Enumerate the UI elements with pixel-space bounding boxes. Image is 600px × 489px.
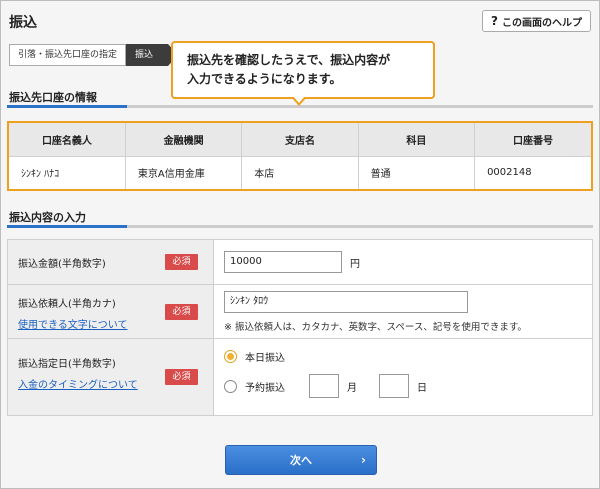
column-header: 口座名義人 xyxy=(9,123,126,157)
transfer-date-row: 振込指定日(半角数字) 入金のタイミングについて 必須 本日振込 予約振込 月 xyxy=(8,339,592,415)
account-type-cell: 普通 xyxy=(358,156,476,189)
required-badge: 必須 xyxy=(165,369,198,385)
account-holder-cell: ｼﾝｷﾝ ﾊﾅｺ xyxy=(9,156,126,189)
account-section-title: 振込先口座の情報 xyxy=(9,91,97,104)
today-transfer-label: 本日振込 xyxy=(245,352,285,364)
section-divider xyxy=(7,225,593,228)
requester-row: 振込依頼人(半角カナ) 使用できる文字について 必須 ｼﾝｷﾝ ﾀﾛｳ ※ 振込… xyxy=(8,285,592,339)
requester-label-cell: 振込依頼人(半角カナ) 使用できる文字について 必須 xyxy=(8,285,214,338)
radio-today[interactable] xyxy=(224,349,237,363)
callout-line-2: 入力できるようになります。 xyxy=(187,72,342,86)
column-header: 金融機関 xyxy=(125,123,243,157)
help-button-label: この画面のヘルプ xyxy=(502,17,582,29)
next-button-label: 次へ xyxy=(290,454,312,467)
input-section-title: 振込内容の入力 xyxy=(9,211,86,224)
step-item-active: 振込 xyxy=(126,44,169,66)
amount-row: 振込金額(半角数字) 必須 10000 円 xyxy=(8,240,592,285)
amount-input[interactable]: 10000 xyxy=(224,251,342,273)
chevron-right-icon: › xyxy=(361,453,366,467)
scheduled-transfer-label: 予約振込 xyxy=(245,382,285,394)
account-number-cell: 0002148 xyxy=(487,167,532,179)
requester-name-input[interactable]: ｼﾝｷﾝ ﾀﾛｳ xyxy=(224,291,468,313)
account-info-table: 口座名義人 金融機関 支店名 科目 口座番号 ｼﾝｷﾝ ﾊﾅｺ 東京A信用金庫 … xyxy=(7,121,593,191)
bank-name-cell: 東京A信用金庫 xyxy=(125,156,243,189)
page-title: 振込 xyxy=(9,15,37,31)
column-header: 支店名 xyxy=(241,123,359,157)
date-value-cell: 本日振込 予約振込 月 日 xyxy=(214,339,592,415)
requester-value-cell: ｼﾝｷﾝ ﾀﾛｳ ※ 振込依頼人は、カタカナ、英数字、スペース、記号を使用できま… xyxy=(214,285,592,338)
next-button[interactable]: 次へ › xyxy=(225,445,377,475)
transfer-form: 振込金額(半角数字) 必須 10000 円 振込依頼人(半角カナ) 使用できる文… xyxy=(7,239,593,416)
column-header: 口座番号 xyxy=(474,123,591,157)
month-input[interactable] xyxy=(309,374,339,398)
column-header: 科目 xyxy=(358,123,476,157)
requester-label: 振込依頼人(半角カナ) xyxy=(18,299,116,310)
date-label-cell: 振込指定日(半角数字) 入金のタイミングについて 必須 xyxy=(8,339,214,415)
callout-tail-inner xyxy=(293,96,305,103)
page-header: 振込 ? この画面のヘルプ xyxy=(9,10,593,34)
required-badge: 必須 xyxy=(165,254,198,270)
help-button[interactable]: ? この画面のヘルプ xyxy=(482,10,591,32)
question-icon: ? xyxy=(491,14,498,28)
scheduled-transfer-option[interactable]: 予約振込 月 日 xyxy=(224,373,582,399)
window-frame: 振込 ? この画面のヘルプ 引落・振込先口座の指定 振込 振込先口座の情報 口座… xyxy=(0,0,600,489)
amount-label-cell: 振込金額(半角数字) 必須 xyxy=(8,240,214,284)
date-label: 振込指定日(半角数字) xyxy=(18,359,116,370)
day-input[interactable] xyxy=(379,374,409,398)
amount-value-cell: 10000 円 xyxy=(214,240,592,284)
radio-scheduled[interactable] xyxy=(224,379,237,393)
callout-line-1: 振込先を確認したうえで、振込内容が xyxy=(187,53,391,67)
step-item: 引落・振込先口座の指定 xyxy=(9,44,127,66)
requester-note: ※ 振込依頼人は、カタカナ、英数字、スペース、記号を使用できます。 xyxy=(224,322,527,333)
step-indicator: 引落・振込先口座の指定 振込 xyxy=(9,44,179,66)
table-row: ｼﾝｷﾝ ﾊﾅｺ 東京A信用金庫 本店 普通 0002148 xyxy=(9,156,591,189)
branch-name-cell: 本店 xyxy=(241,156,359,189)
yen-unit: 円 xyxy=(350,258,360,270)
guide-callout: 振込先を確認したうえで、振込内容が 入力できるようになります。 xyxy=(171,41,435,99)
day-unit: 日 xyxy=(417,382,427,394)
today-transfer-option[interactable]: 本日振込 xyxy=(224,345,582,367)
month-unit: 月 xyxy=(347,382,357,394)
required-badge: 必須 xyxy=(165,304,198,320)
amount-label: 振込金額(半角数字) xyxy=(18,259,106,270)
